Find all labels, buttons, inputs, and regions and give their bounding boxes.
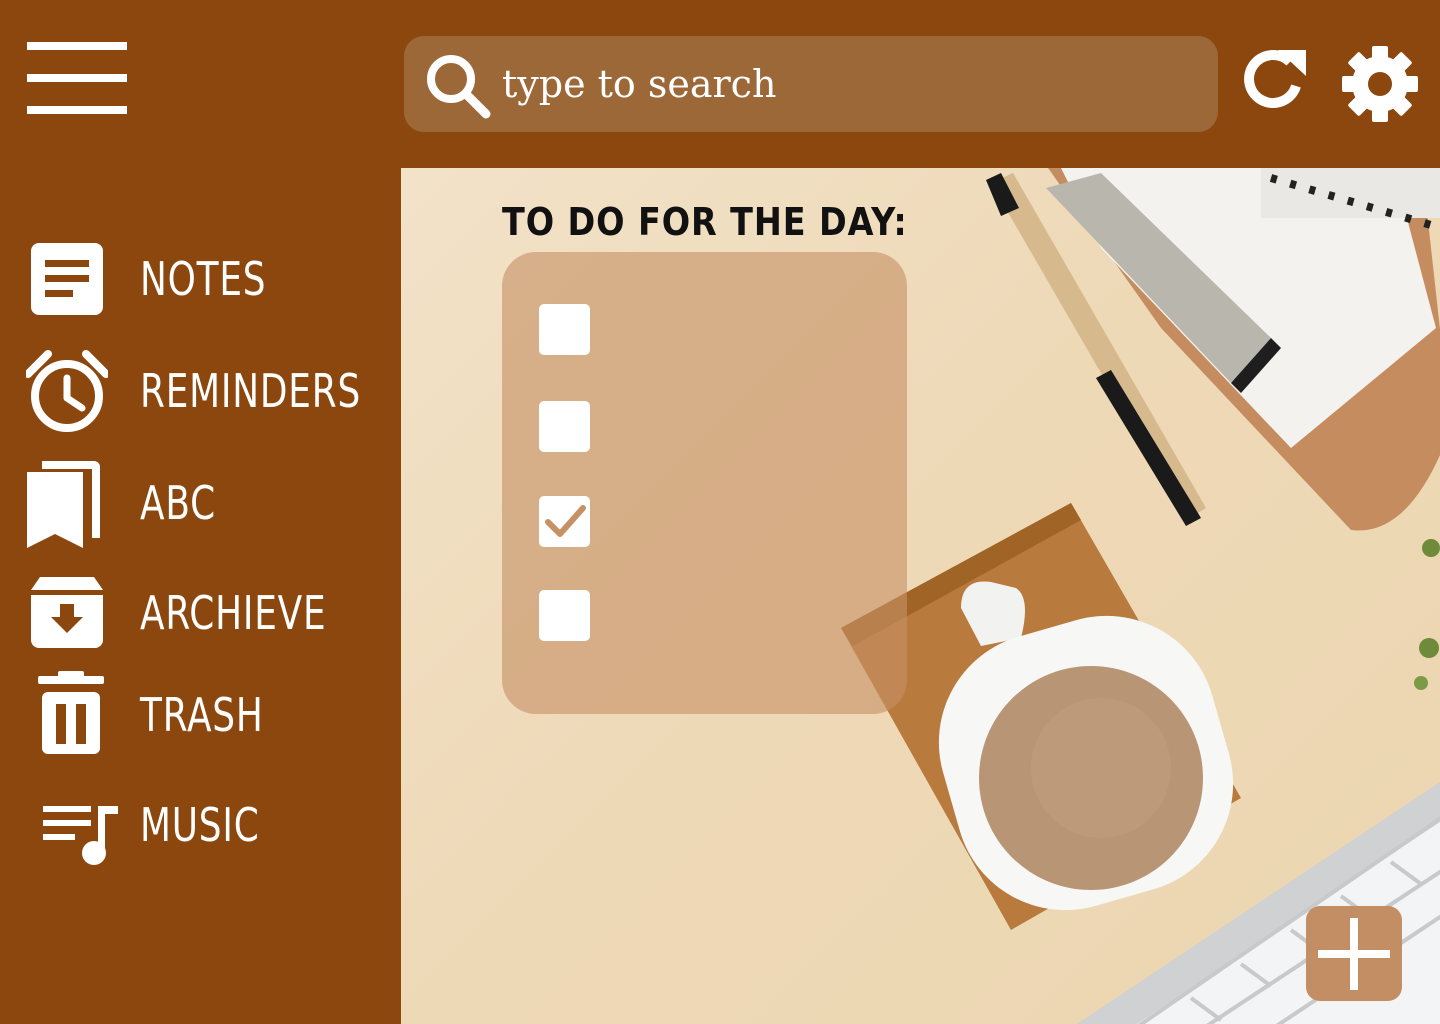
todo-checkbox-2[interactable] [539, 401, 590, 452]
gear-icon [1342, 46, 1418, 122]
notes-icon [26, 234, 108, 324]
search-bar[interactable] [404, 36, 1218, 132]
sidebar-item-label: REMINDERS [140, 364, 362, 418]
search-input[interactable] [502, 58, 1192, 110]
sidebar-item-notes[interactable]: NOTES [26, 234, 386, 324]
sidebar-item-trash[interactable]: TRASH [26, 670, 386, 760]
refresh-icon [1244, 50, 1306, 108]
sidebar-item-label: ABC [140, 476, 216, 530]
checkmark-icon [545, 505, 586, 537]
sidebar-item-label: ARCHIEVE [140, 586, 327, 640]
archive-icon [26, 568, 108, 658]
sidebar-item-reminders[interactable]: REMINDERS [26, 346, 386, 436]
music-list-icon [26, 780, 118, 870]
sidebar: NOTES REMINDERS ABC ARCHIEVE TRASH MUSIC [0, 0, 401, 1024]
alarm-clock-icon [26, 346, 108, 436]
todo-checkbox-1[interactable] [539, 304, 590, 355]
add-button[interactable] [1306, 906, 1402, 1001]
sidebar-item-music[interactable]: MUSIC [26, 780, 386, 870]
search-icon[interactable] [424, 52, 494, 122]
plus-icon [1318, 918, 1390, 990]
menu-bar-middle [27, 74, 127, 82]
settings-button[interactable] [1340, 44, 1420, 124]
todo-title: TO DO FOR THE DAY: [502, 200, 908, 244]
todo-checkbox-4[interactable] [539, 590, 590, 641]
refresh-button[interactable] [1240, 44, 1310, 116]
sidebar-item-label: NOTES [140, 252, 267, 306]
bookmark-icon [26, 458, 108, 548]
todo-checkbox-3[interactable] [539, 496, 590, 547]
sidebar-item-archieve[interactable]: ARCHIEVE [26, 568, 386, 658]
sidebar-item-label: MUSIC [140, 798, 260, 852]
menu-bar-bottom [27, 106, 127, 114]
hamburger-menu-button[interactable] [27, 42, 127, 114]
sidebar-item-label: TRASH [140, 688, 264, 742]
plant-image [1414, 539, 1440, 690]
menu-bar-top [27, 42, 127, 50]
trash-icon [26, 670, 108, 760]
sidebar-item-abc[interactable]: ABC [26, 458, 386, 548]
